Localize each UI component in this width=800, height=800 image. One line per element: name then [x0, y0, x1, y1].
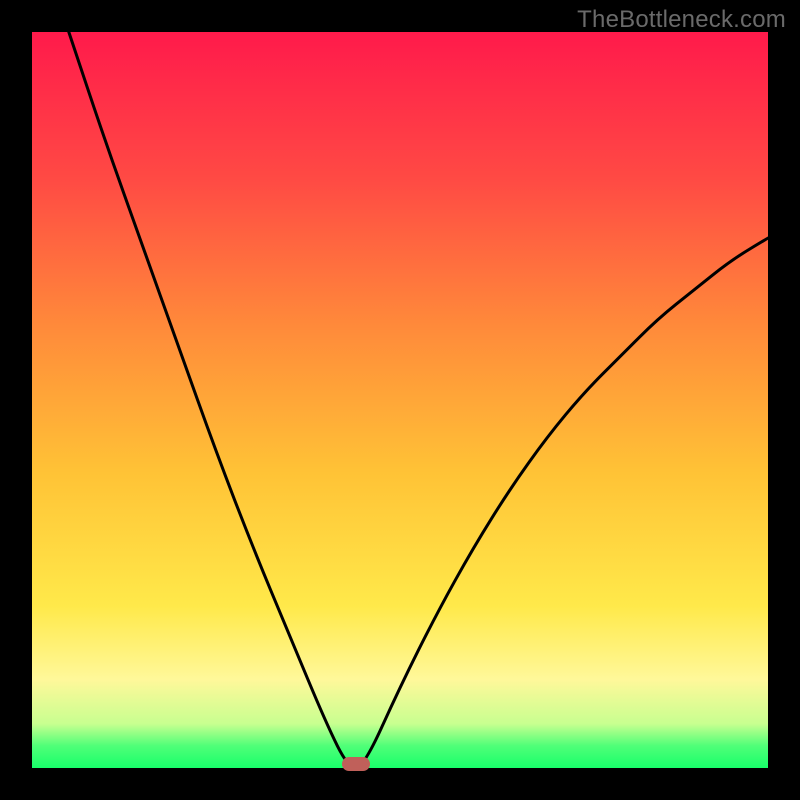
- optimal-marker: [342, 757, 370, 771]
- bottleneck-curve: [69, 32, 768, 768]
- curve-layer: [32, 32, 768, 768]
- chart-container: TheBottleneck.com: [0, 0, 800, 800]
- plot-area: [32, 32, 768, 768]
- watermark-text: TheBottleneck.com: [577, 6, 786, 34]
